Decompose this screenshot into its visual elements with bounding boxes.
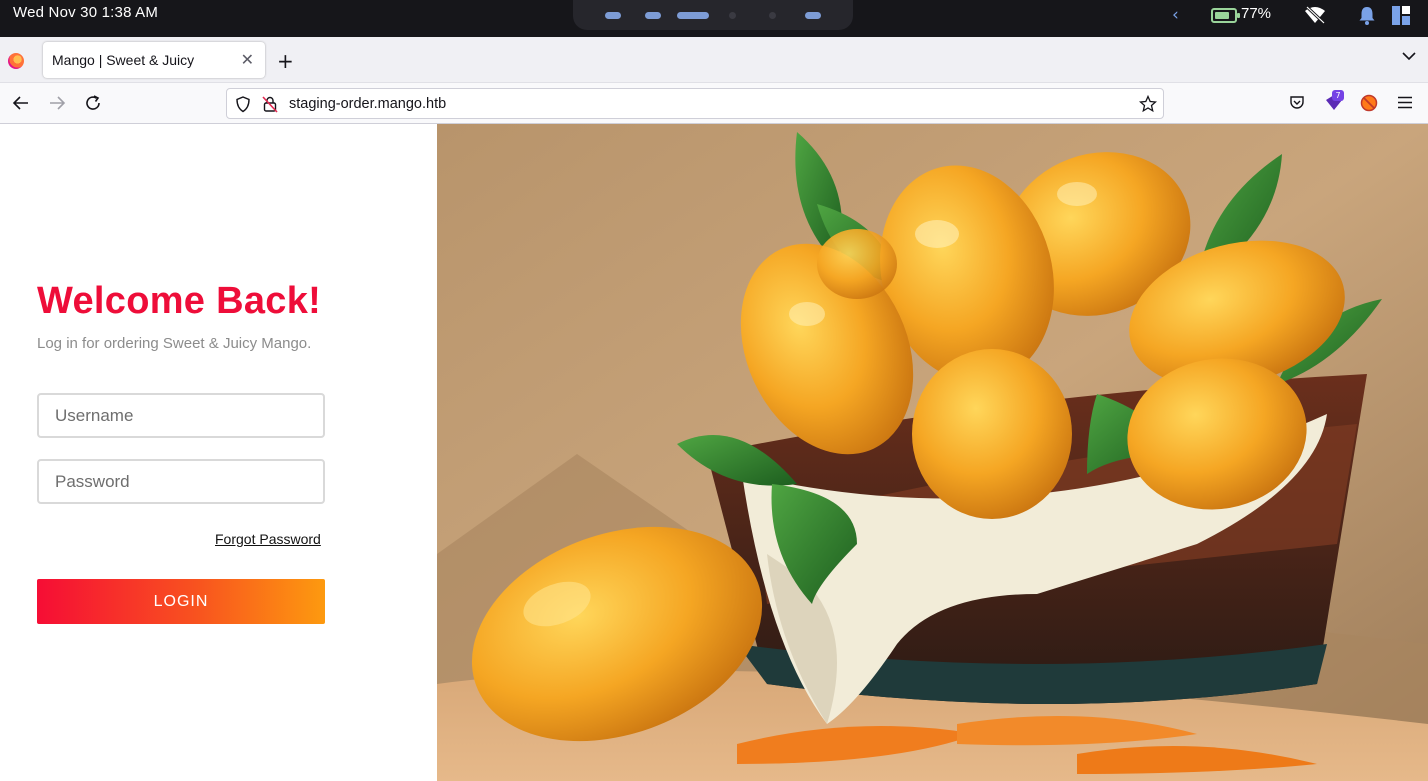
mango-basket-illustration — [437, 124, 1428, 781]
workspace-indicator[interactable] — [769, 12, 776, 19]
mango-basket-image — [437, 124, 1428, 781]
new-tab-icon[interactable]: + — [277, 49, 294, 73]
close-tab-icon[interactable]: ✕ — [241, 50, 254, 69]
battery-percent: 77% — [1241, 5, 1272, 22]
address-bar[interactable]: staging-order.mango.htb — [226, 88, 1164, 119]
chevron-down-icon[interactable] — [1402, 51, 1416, 61]
welcome-heading: Welcome Back! — [37, 280, 322, 322]
shield-icon[interactable] — [235, 96, 251, 113]
pocket-icon[interactable] — [1289, 95, 1305, 111]
login-panel: Welcome Back! Log in for ordering Sweet … — [0, 124, 437, 781]
chevron-left-icon[interactable]: ‹ — [1172, 5, 1179, 25]
battery-icon[interactable] — [1211, 8, 1240, 23]
login-subtitle: Log in for ordering Sweet & Juicy Mango. — [37, 335, 312, 352]
bookmark-star-icon[interactable] — [1139, 95, 1157, 113]
password-input[interactable] — [37, 459, 325, 504]
extension-badge: 7 — [1332, 90, 1344, 101]
workspace-switcher[interactable] — [573, 0, 853, 30]
navigation-bar: staging-order.mango.htb 7 — [0, 83, 1428, 124]
workspace-indicator[interactable] — [605, 12, 621, 19]
tab-strip: Mango | Sweet & Juicy ✕ + — [0, 37, 1428, 83]
clock[interactable]: Wed Nov 30 1:38 AM — [13, 4, 158, 21]
hamburger-menu-icon[interactable] — [1398, 96, 1412, 109]
workspace-indicator-active[interactable] — [677, 12, 709, 19]
forgot-password-link[interactable]: Forgot Password — [215, 531, 321, 547]
username-input[interactable] — [37, 393, 325, 438]
reload-icon[interactable] — [84, 94, 102, 112]
insecure-lock-icon[interactable] — [262, 96, 278, 113]
workspace-indicator[interactable] — [729, 12, 736, 19]
workspace-indicator[interactable] — [645, 12, 661, 19]
bell-icon[interactable] — [1358, 6, 1376, 25]
login-button[interactable]: LOGIN — [37, 579, 325, 624]
forward-arrow-icon[interactable] — [48, 94, 66, 112]
workspace-indicator[interactable] — [805, 12, 821, 19]
url-text[interactable]: staging-order.mango.htb — [289, 96, 446, 112]
panel-icon[interactable] — [1392, 6, 1410, 25]
back-arrow-icon[interactable] — [12, 94, 30, 112]
wifi-off-icon[interactable] — [1304, 6, 1326, 24]
tab-active[interactable]: Mango | Sweet & Juicy ✕ — [43, 42, 265, 78]
os-top-bar: Wed Nov 30 1:38 AM ‹ 77% — [0, 0, 1428, 37]
page-viewport: Welcome Back! Log in for ordering Sweet … — [0, 124, 1428, 781]
firefox-icon[interactable] — [8, 53, 24, 69]
blocker-extension-icon[interactable] — [1360, 94, 1378, 112]
tab-title: Mango | Sweet & Juicy — [52, 52, 195, 68]
